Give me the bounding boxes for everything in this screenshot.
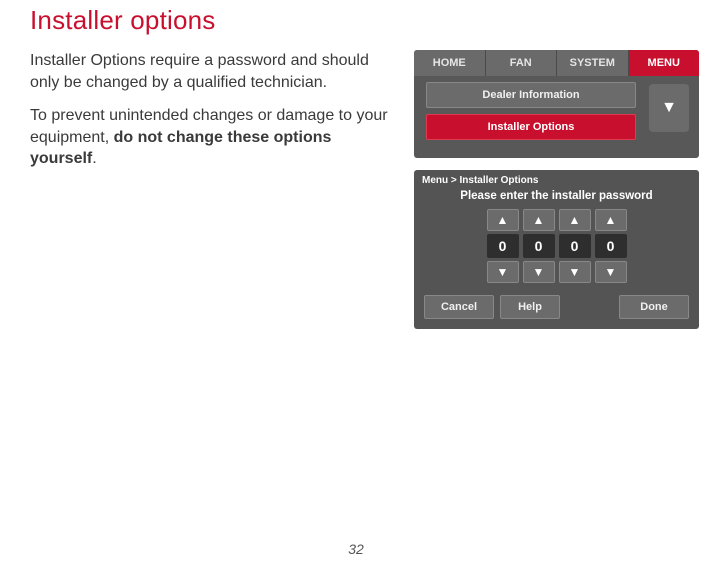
digit-4-down-button[interactable] (595, 261, 627, 283)
digit-3-up-button[interactable] (559, 209, 591, 231)
digit-3-value: 0 (559, 234, 591, 258)
digit-1-down-button[interactable] (487, 261, 519, 283)
instruction-text: Installer Options require a password and… (30, 50, 390, 341)
page-number: 32 (0, 541, 712, 557)
help-button[interactable]: Help (500, 295, 560, 319)
breadcrumb: Menu > Installer Options (414, 170, 699, 188)
paragraph-2: To prevent unintended changes or damage … (30, 105, 390, 170)
cancel-button[interactable]: Cancel (424, 295, 494, 319)
thermostat-menu-screenshot: HOME FAN SYSTEM MENU Dealer Information … (414, 50, 699, 158)
tab-fan[interactable]: FAN (486, 50, 558, 76)
chevron-down-icon: ▼ (661, 99, 677, 117)
tab-system[interactable]: SYSTEM (557, 50, 629, 76)
page-title: Installer options (30, 5, 682, 36)
digit-4-up-button[interactable] (595, 209, 627, 231)
tab-menu[interactable]: MENU (629, 50, 700, 76)
digit-4-value: 0 (595, 234, 627, 258)
scroll-down-button[interactable]: ▼ (649, 84, 689, 132)
done-button[interactable]: Done (619, 295, 689, 319)
tab-bar: HOME FAN SYSTEM MENU (414, 50, 699, 76)
spacer (566, 295, 613, 319)
password-prompt: Please enter the installer password (414, 188, 699, 209)
digit-2-up-button[interactable] (523, 209, 555, 231)
digit-1-up-button[interactable] (487, 209, 519, 231)
password-digit-grid: 0 0 0 0 (414, 209, 699, 287)
digit-2-value: 0 (523, 234, 555, 258)
digit-1-value: 0 (487, 234, 519, 258)
digit-3-down-button[interactable] (559, 261, 591, 283)
paragraph-1: Installer Options require a password and… (30, 50, 390, 93)
menu-item-installer-options[interactable]: Installer Options (426, 114, 636, 140)
tab-home[interactable]: HOME (414, 50, 486, 76)
thermostat-password-screenshot: Menu > Installer Options Please enter th… (414, 170, 699, 329)
digit-2-down-button[interactable] (523, 261, 555, 283)
menu-item-dealer-information[interactable]: Dealer Information (426, 82, 636, 108)
